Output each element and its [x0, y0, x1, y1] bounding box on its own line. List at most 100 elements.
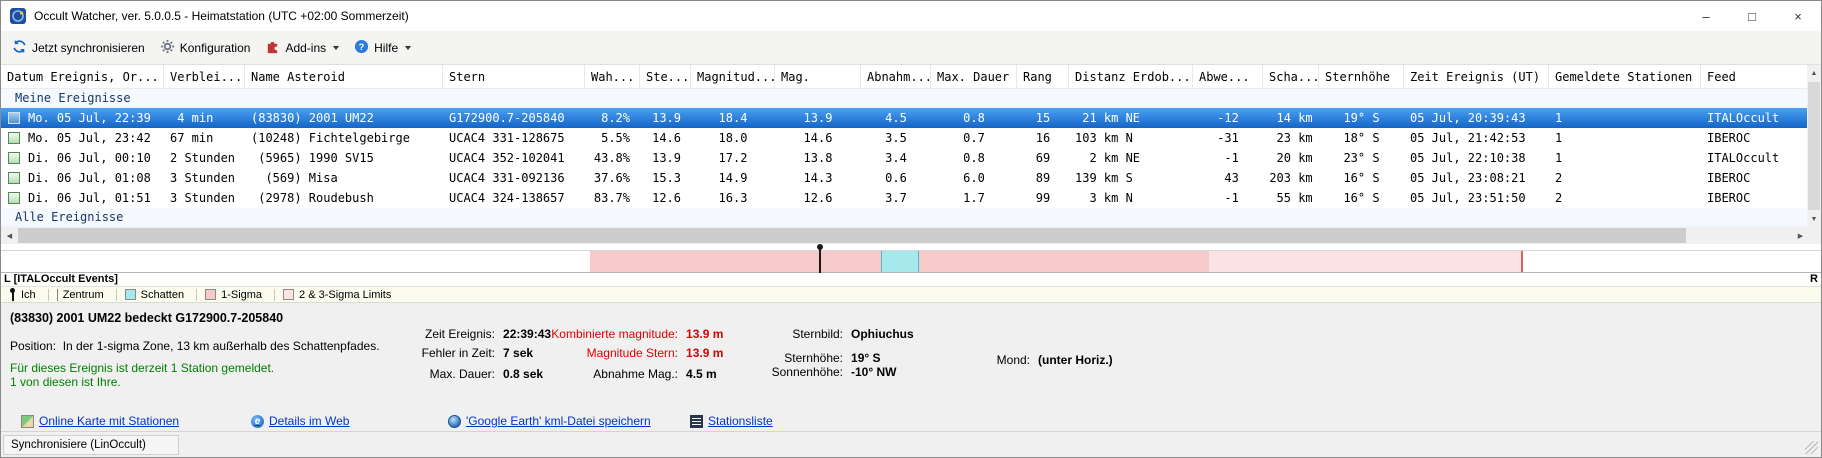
vertical-scrollbar[interactable]: ▲ ▼	[1807, 65, 1821, 227]
cell-name_asteroid: (5965) 1990 SV15	[245, 148, 443, 168]
schatten-swatch-icon	[125, 289, 136, 300]
timeline-panel: L [ITALOccult Events] R	[1, 244, 1822, 286]
cell-stern: G172900.7-205840	[443, 108, 585, 128]
app-window: Occult Watcher, ver. 5.0.0.5 - Heimatsta…	[0, 0, 1822, 458]
cell-feed: IBEROC	[1701, 128, 1809, 148]
cell-verbleibend: 4 min	[164, 108, 245, 128]
cell-stern: UCAC4 331-128675	[443, 128, 585, 148]
cell-max_dauer: 6.0	[931, 168, 1017, 188]
column-header-gemeldete_stationen[interactable]: Gemeldete Stationen	[1549, 65, 1701, 88]
sync-button[interactable]: Jetzt synchronisieren	[6, 34, 154, 62]
sync-button-label: Jetzt synchronisieren	[32, 41, 145, 55]
cell-mag: 14.3	[775, 168, 861, 188]
google-earth-kml-link[interactable]: 'Google Earth' kml-Datei speichern	[448, 414, 651, 428]
table-row[interactable]: Di. 06 Jul, 00:102 Stunden (5965) 1990 S…	[1, 148, 1809, 168]
cell-wahrscheinlichkeit: 83.7%	[585, 188, 640, 208]
cell-max_dauer: 0.8	[931, 108, 1017, 128]
column-header-max_dauer[interactable]: Max. Dauer	[931, 65, 1017, 88]
addins-button[interactable]: Add-ins	[259, 34, 348, 62]
cell-wahrscheinlichkeit: 37.6%	[585, 168, 640, 188]
cell-name_asteroid: (83830) 2001 UM22	[245, 108, 443, 128]
title-bar[interactable]: Occult Watcher, ver. 5.0.0.5 - Heimatsta…	[1, 1, 1821, 31]
column-header-mag[interactable]: Mag.	[775, 65, 861, 88]
web-details-link[interactable]: e Details im Web	[251, 414, 349, 428]
horizontal-scroll-thumb[interactable]	[18, 228, 1686, 243]
cell-max_dauer: 0.8	[931, 148, 1017, 168]
moon-row: Mond:(unter Horiz.)	[921, 339, 1113, 381]
cell-feed: ITALOccult	[1701, 108, 1809, 128]
timeline-strip[interactable]	[1, 250, 1822, 273]
cell-rang: 69	[1017, 148, 1069, 168]
cell-datum: Di. 06 Jul, 00:10	[1, 148, 164, 168]
station-list-link[interactable]: Stationsliste	[690, 414, 773, 428]
column-header-magnitude_kombiniert[interactable]: Magnitud...	[691, 65, 775, 88]
column-header-abweichung[interactable]: Abwe...	[1193, 65, 1263, 88]
scroll-up-arrow[interactable]: ▲	[1807, 65, 1821, 81]
group-row[interactable]: Meine Ereignisse	[1, 89, 1809, 108]
main-toolbar: Jetzt synchronisieren Konfiguration Add-…	[1, 31, 1821, 65]
legend-label-1sigma: 1-Sigma	[221, 289, 262, 301]
minimize-button[interactable]: –	[1683, 1, 1729, 31]
scroll-right-arrow[interactable]: ▶	[1792, 227, 1809, 244]
resize-grip-icon[interactable]	[1805, 441, 1818, 454]
column-header-sterngroesse[interactable]: Ste...	[640, 65, 691, 88]
cell-mag: 13.8	[775, 148, 861, 168]
event-icon	[8, 172, 20, 184]
cell-distanz_erdoberflaeche: 21 km NE	[1069, 108, 1193, 128]
column-header-name_asteroid[interactable]: Name Asteroid	[245, 65, 443, 88]
column-header-datum[interactable]: Datum Ereignis, Or...	[1, 65, 164, 88]
cell-datum: Di. 06 Jul, 01:08	[1, 168, 164, 188]
group-row[interactable]: Alle Ereignisse	[1, 208, 1809, 227]
timeline-right-label: R	[1810, 273, 1818, 285]
cell-datum: Mo. 05 Jul, 22:39	[1, 108, 164, 128]
cell-gemeldete_stationen: 1	[1549, 148, 1701, 168]
cell-name_asteroid: (569) Misa	[245, 168, 443, 188]
scroll-left-arrow[interactable]: ◀	[1, 227, 18, 244]
column-header-verbleibend[interactable]: Verblei...	[164, 65, 245, 88]
scroll-down-arrow[interactable]: ▼	[1807, 211, 1821, 227]
column-header-sternhoehe[interactable]: Sternhöhe	[1319, 65, 1404, 88]
sigma-limit-line-band	[1521, 251, 1523, 272]
column-header-wahrscheinlichkeit[interactable]: Wah...	[585, 65, 640, 88]
column-header-zeit_ut[interactable]: Zeit Ereignis (UT)	[1404, 65, 1549, 88]
column-header-stern[interactable]: Stern	[443, 65, 585, 88]
cell-max_dauer: 1.7	[931, 188, 1017, 208]
cell-sterngroesse: 15.3	[640, 168, 691, 188]
cell-gemeldete_stationen: 2	[1549, 188, 1701, 208]
configuration-button-label: Konfiguration	[180, 41, 251, 55]
sigma1-swatch-icon	[205, 289, 216, 300]
station-list-link-label: Stationsliste	[708, 414, 773, 428]
maximize-button[interactable]: □	[1729, 1, 1775, 31]
table-header-row: Datum Ereignis, Or...Verblei...Name Aste…	[1, 65, 1809, 89]
event-icon	[8, 192, 20, 204]
cell-distanz_erdoberflaeche: 139 km S	[1069, 168, 1193, 188]
column-header-schattenbreite[interactable]: Scha...	[1263, 65, 1319, 88]
table-row[interactable]: Di. 06 Jul, 01:083 Stunden (569) MisaUCA…	[1, 168, 1809, 188]
web-details-link-label: Details im Web	[269, 414, 349, 428]
column-header-rang[interactable]: Rang	[1017, 65, 1069, 88]
column-header-distanz_erdoberflaeche[interactable]: Distanz Erdob...	[1069, 65, 1193, 88]
your-station-text: 1 von diesen ist Ihre.	[10, 375, 121, 389]
cell-schattenbreite: 14 km	[1263, 108, 1319, 128]
gear-icon	[160, 39, 175, 57]
cell-stern: UCAC4 331-092136	[443, 168, 585, 188]
table-row[interactable]: Di. 06 Jul, 01:513 Stunden (2978) Roudeb…	[1, 188, 1809, 208]
sun-altitude-row: Sonnenhöhe:-10° NW	[701, 351, 896, 393]
cell-sterngroesse: 13.9	[640, 108, 691, 128]
table-row[interactable]: Mo. 05 Jul, 22:39 4 min(83830) 2001 UM22…	[1, 108, 1809, 128]
online-map-link[interactable]: Online Karte mit Stationen	[21, 414, 179, 428]
cell-rang: 16	[1017, 128, 1069, 148]
window-controls: – □ ×	[1683, 1, 1821, 31]
event-icon	[8, 132, 20, 144]
help-button[interactable]: ? Hilfe	[348, 34, 420, 62]
table-row[interactable]: Mo. 05 Jul, 23:4267 min(10248) Fichtelge…	[1, 128, 1809, 148]
column-header-feed[interactable]: Feed	[1701, 65, 1809, 88]
vertical-scroll-thumb[interactable]	[1808, 82, 1820, 210]
cell-abnahme: 4.5	[861, 108, 931, 128]
horizontal-scrollbar[interactable]: ◀ ▶	[1, 227, 1809, 244]
cell-abweichung: -31	[1193, 128, 1263, 148]
column-header-abnahme[interactable]: Abnahm...	[861, 65, 931, 88]
close-button[interactable]: ×	[1775, 1, 1821, 31]
configuration-button[interactable]: Konfiguration	[154, 34, 260, 62]
list-icon	[690, 415, 703, 428]
